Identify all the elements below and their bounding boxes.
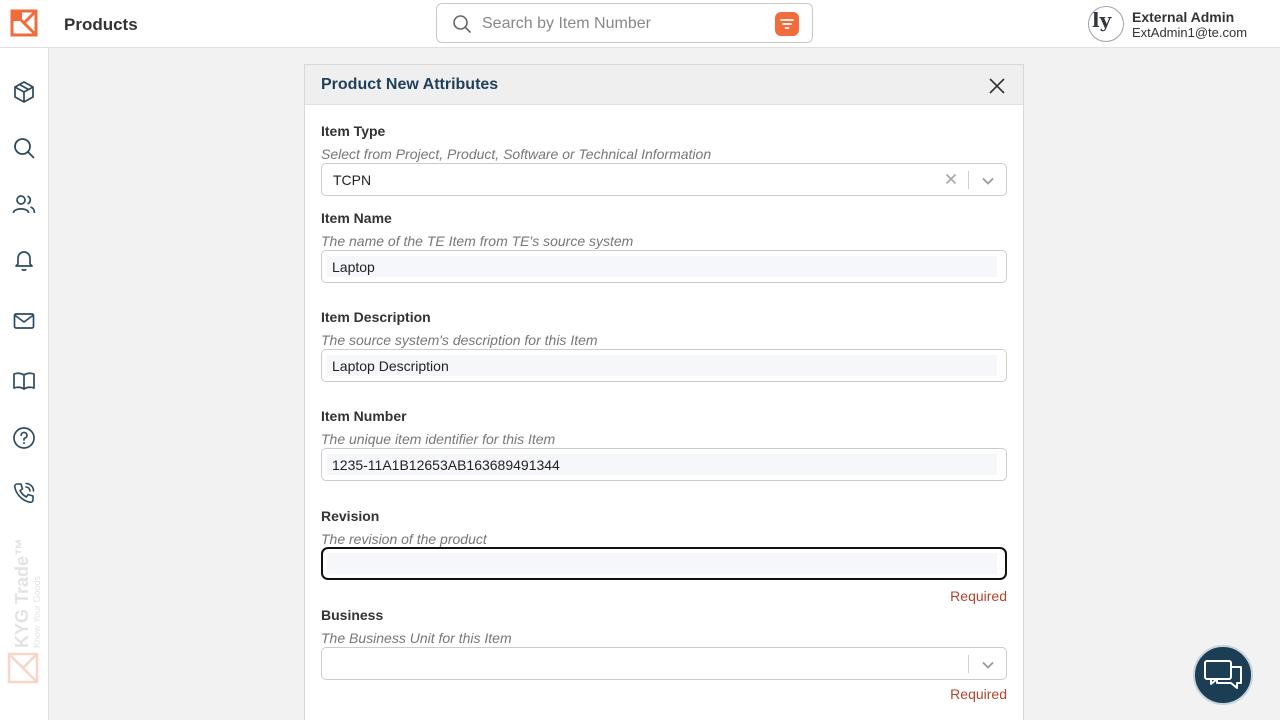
bell-icon[interactable] (12, 248, 36, 272)
svg-text:KYG Trade™: KYG Trade™ (12, 540, 32, 648)
item-description-label: Item Description (321, 309, 431, 325)
item-type-select[interactable]: TCPN (321, 163, 1007, 196)
svg-text:Know Your Goods: Know Your Goods (32, 575, 42, 648)
avatar-text: ly (1092, 8, 1112, 32)
item-description-help: The source system's description for this… (321, 332, 598, 348)
filter-button[interactable] (775, 12, 799, 36)
search-icon[interactable] (12, 136, 36, 160)
mail-icon[interactable] (12, 309, 36, 333)
item-type-help: Select from Project, Product, Software o… (321, 146, 712, 162)
filter-icon (780, 19, 794, 29)
search-input[interactable] (482, 13, 762, 35)
item-description-field (321, 349, 1007, 382)
chevron-down-icon[interactable] (981, 174, 995, 188)
page-title: Products (64, 15, 138, 34)
select-separator (968, 171, 969, 189)
book-icon[interactable] (12, 369, 36, 393)
revision-input[interactable] (327, 553, 997, 574)
item-number-field (321, 448, 1007, 481)
revision-label: Revision (321, 508, 380, 524)
chat-button[interactable] (1193, 645, 1253, 705)
user-name: External Admin (1132, 9, 1235, 25)
business-label: Business (321, 607, 384, 623)
user-menu[interactable]: ly External Admin ExtAdmin1@te.com (1088, 6, 1273, 42)
help-icon[interactable] (12, 426, 36, 450)
chevron-down-icon[interactable] (981, 658, 995, 672)
product-attributes-modal: Product New Attributes Item Type Select … (304, 64, 1024, 720)
revision-help: The revision of the product (321, 531, 487, 547)
item-name-input[interactable] (327, 256, 997, 277)
business-select[interactable] (321, 647, 1007, 680)
clear-icon[interactable] (944, 172, 958, 186)
users-icon[interactable] (12, 192, 36, 216)
item-number-label: Item Number (321, 408, 407, 424)
user-email: ExtAdmin1@te.com (1132, 25, 1248, 40)
cube-icon[interactable] (12, 80, 36, 104)
modal-header: Product New Attributes (305, 65, 1023, 105)
phone-icon[interactable] (12, 481, 36, 505)
item-number-help: The unique item identifier for this Item (321, 431, 556, 447)
modal-title: Product New Attributes (321, 76, 499, 93)
sidebar: KYG Trade™ Know Your Goods (0, 48, 49, 720)
item-type-label: Item Type (321, 123, 386, 139)
avatar: ly (1088, 6, 1124, 42)
search-icon (453, 15, 471, 33)
select-separator (968, 655, 969, 673)
kyg-trade-watermark-logo: KYG Trade™ Know Your Goods (7, 540, 42, 684)
search-bar (436, 3, 813, 43)
item-name-label: Item Name (321, 210, 392, 226)
business-help: The Business Unit for this Item (321, 630, 512, 646)
top-bar: Products ly External Admin ExtAdmin1@te.… (0, 0, 1280, 48)
item-number-input[interactable] (327, 454, 997, 475)
item-name-help: The name of the TE Item from TE's source… (321, 233, 634, 249)
business-required-error: Required (950, 686, 1007, 702)
item-name-field (321, 250, 1007, 283)
revision-required-error: Required (950, 588, 1007, 604)
close-icon[interactable] (987, 76, 1007, 96)
chat-icon (1204, 660, 1242, 689)
item-description-input[interactable] (327, 355, 997, 376)
revision-field (321, 547, 1007, 580)
item-type-value: TCPN (333, 172, 372, 188)
app-logo-icon[interactable] (10, 9, 38, 37)
